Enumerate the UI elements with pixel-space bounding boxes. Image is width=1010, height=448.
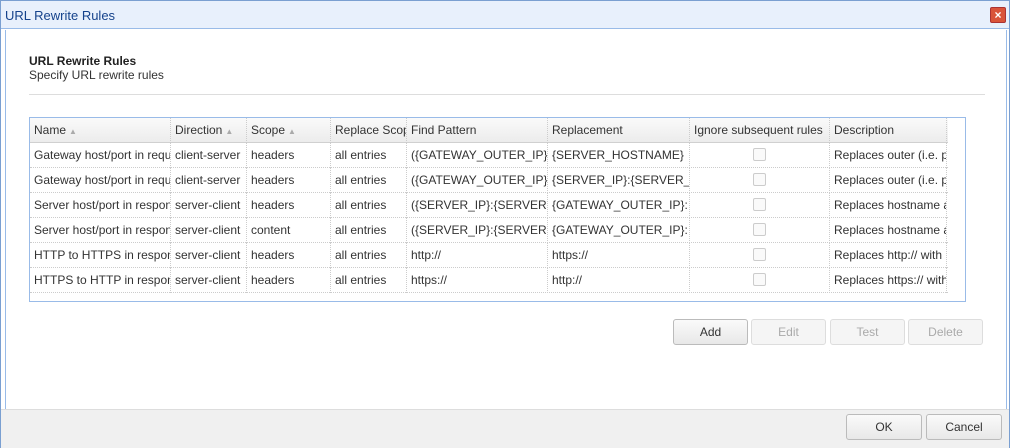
column-header[interactable]: Ignore subsequent rules (690, 118, 830, 143)
column-header-label: Description (834, 123, 895, 137)
column-header-label: Scope (251, 123, 286, 137)
table-cell: all entries (331, 218, 407, 243)
sort-icon[interactable]: ▲ (225, 127, 233, 136)
column-header-label: Ignore subsequent rules (694, 123, 823, 137)
table-cell: headers (247, 243, 331, 268)
column-header[interactable]: Description (830, 118, 947, 143)
table-row[interactable]: Server host/port in response server-clien… (30, 193, 948, 218)
table-cell: all entries (331, 143, 407, 168)
divider (29, 94, 985, 95)
column-header[interactable]: Name ▲ (30, 118, 171, 143)
table-cell: http:// (407, 243, 548, 268)
rules-grid: Name▲Direction▲Scope▲Replace ScopeFind P… (29, 117, 966, 302)
ignore-rules-cell (690, 193, 830, 218)
section-subtitle: Specify URL rewrite rules (29, 68, 164, 82)
table-cell: headers (247, 268, 331, 293)
column-header-label: Replacement (552, 123, 623, 137)
ignore-rules-cell (690, 168, 830, 193)
test-button[interactable]: Test (830, 319, 905, 345)
table-cell: Replaces outer (i.e. p (830, 168, 947, 193)
sort-icon[interactable]: ▲ (69, 127, 77, 136)
ignore-rules-cell (690, 218, 830, 243)
table-cell: server-client (171, 268, 247, 293)
sort-icon[interactable]: ▲ (288, 127, 296, 136)
table-cell: {SERVER_IP}:{SERVER_ (548, 168, 690, 193)
table-cell: https:// (407, 268, 548, 293)
table-cell: Replaces https:// with (830, 268, 947, 293)
column-header[interactable]: Replace Scope (331, 118, 407, 143)
table-cell: server-client (171, 218, 247, 243)
table-cell: Gateway host/port in request (30, 168, 171, 193)
table-cell: server-client (171, 243, 247, 268)
column-header-label: Replace Scope (335, 123, 406, 137)
ignore-rules-cell (690, 143, 830, 168)
table-cell: ({GATEWAY_OUTER_IP} (407, 168, 548, 193)
table-cell: headers (247, 168, 331, 193)
table-cell: Replaces http:// with (830, 243, 947, 268)
table-row[interactable]: Gateway host/port in requestclient-serve… (30, 143, 948, 168)
table-cell: Replaces hostname a (830, 218, 947, 243)
column-header-label: Find Pattern (411, 123, 477, 137)
ignore-rules-checkbox[interactable] (753, 148, 766, 161)
table-cell: Server host/port in response (30, 193, 171, 218)
ok-button[interactable]: OK (846, 414, 922, 440)
table-cell: {GATEWAY_OUTER_IP}: (548, 218, 690, 243)
table-row[interactable]: HTTP to HTTPS in responseserver-clienthe… (30, 243, 948, 268)
ignore-rules-checkbox[interactable] (753, 173, 766, 186)
table-cell: Server host/port in response (30, 218, 171, 243)
ignore-rules-cell (690, 268, 830, 293)
table-cell: {SERVER_HOSTNAME} (548, 143, 690, 168)
dialog-title: URL Rewrite Rules (5, 8, 116, 23)
table-cell: client-server (171, 168, 247, 193)
table-cell: all entries (331, 193, 407, 218)
table-cell: http:// (548, 268, 690, 293)
table-cell: https:// (548, 243, 690, 268)
table-cell: client-server (171, 143, 247, 168)
dialog-footer: OK Cancel (1, 409, 1009, 448)
add-button[interactable]: Add (673, 319, 748, 345)
column-header-label: Name (34, 123, 67, 137)
table-cell: all entries (331, 168, 407, 193)
table-row[interactable]: Server host/port in response server-clien… (30, 218, 948, 243)
delete-button[interactable]: Delete (908, 319, 983, 345)
column-header[interactable]: Replacement (548, 118, 690, 143)
table-cell: content (247, 218, 331, 243)
ignore-rules-cell (690, 243, 830, 268)
table-cell: headers (247, 143, 331, 168)
table-cell: Gateway host/port in request (30, 143, 171, 168)
close-icon[interactable]: × (990, 7, 1006, 23)
column-header[interactable]: Direction ▲ (171, 118, 247, 143)
edit-button[interactable]: Edit (751, 319, 826, 345)
ignore-rules-checkbox[interactable] (753, 198, 766, 211)
table-cell: ({GATEWAY_OUTER_IP} (407, 143, 548, 168)
table-cell: Replaces outer (i.e. p (830, 143, 947, 168)
ignore-rules-checkbox[interactable] (753, 223, 766, 236)
table-cell: ({SERVER_IP}:{SERVER (407, 218, 548, 243)
table-cell: {GATEWAY_OUTER_IP}: (548, 193, 690, 218)
table-cell: ({SERVER_IP}:{SERVER (407, 193, 548, 218)
column-header-label: Direction (175, 123, 223, 137)
table-cell: all entries (331, 268, 407, 293)
table-cell: headers (247, 193, 331, 218)
column-header[interactable]: Scope ▲ (247, 118, 331, 143)
grid-header: Name▲Direction▲Scope▲Replace ScopeFind P… (30, 118, 948, 143)
table-row[interactable]: HTTPS to HTTP in responseserver-clienthe… (30, 268, 948, 293)
column-header[interactable]: Find Pattern (407, 118, 548, 143)
table-cell: server-client (171, 193, 247, 218)
table-cell: all entries (331, 243, 407, 268)
table-cell: Replaces hostname a (830, 193, 947, 218)
table-cell: HTTPS to HTTP in response (30, 268, 171, 293)
table-cell: HTTP to HTTPS in response (30, 243, 171, 268)
table-row[interactable]: Gateway host/port in requestclient-serve… (30, 168, 948, 193)
section-title: URL Rewrite Rules (29, 54, 137, 68)
title-bar: URL Rewrite Rules × (1, 1, 1009, 29)
cancel-button[interactable]: Cancel (926, 414, 1002, 440)
ignore-rules-checkbox[interactable] (753, 273, 766, 286)
ignore-rules-checkbox[interactable] (753, 248, 766, 261)
url-rewrite-rules-dialog: URL Rewrite Rules × URL Rewrite Rules Sp… (0, 0, 1010, 448)
